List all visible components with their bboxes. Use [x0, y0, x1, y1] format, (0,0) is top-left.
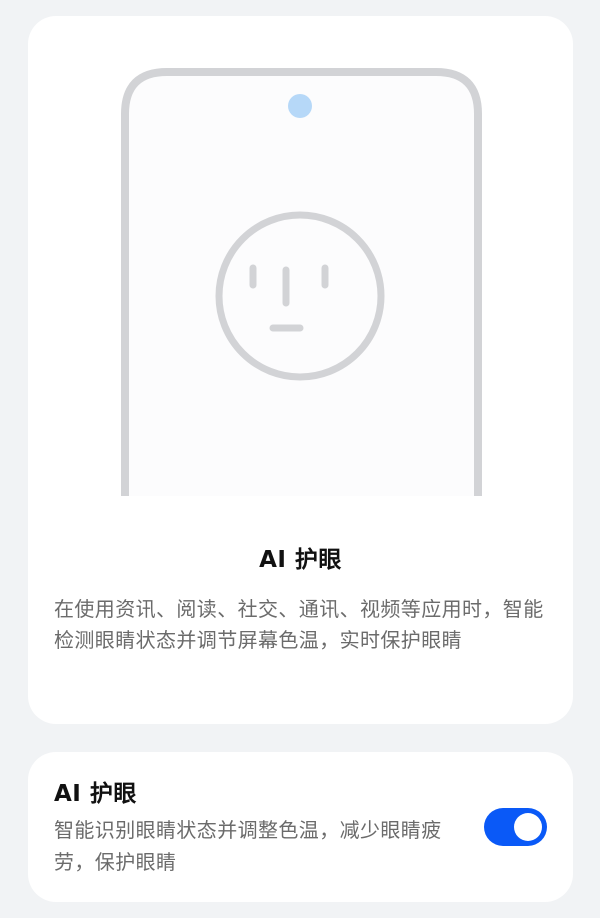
eye-care-illustration: [28, 16, 573, 516]
ai-eye-care-setting-row[interactable]: AI 护眼 智能识别眼睛状态并调整色温，减少眼睛疲劳，保护眼睛: [28, 752, 573, 902]
ai-eye-care-toggle[interactable]: [484, 808, 547, 846]
phone-outline: [121, 68, 482, 496]
setting-description: 智能识别眼睛状态并调整色温，减少眼睛疲劳，保护眼睛: [54, 818, 442, 874]
intro-card: AI 护眼 在使用资讯、阅读、社交、通讯、视频等应用时，智能检测眼睛状态并调节屏…: [28, 16, 573, 724]
intro-title: AI 护眼: [259, 547, 342, 573]
toggle-knob: [514, 813, 542, 841]
setting-title: AI 护眼: [54, 781, 137, 807]
camera-dot: [288, 94, 312, 118]
phone-illustration: [121, 68, 482, 496]
intro-description: 在使用资讯、阅读、社交、通讯、视频等应用时，智能检测眼睛状态并调节屏幕色温，实时…: [54, 597, 544, 652]
